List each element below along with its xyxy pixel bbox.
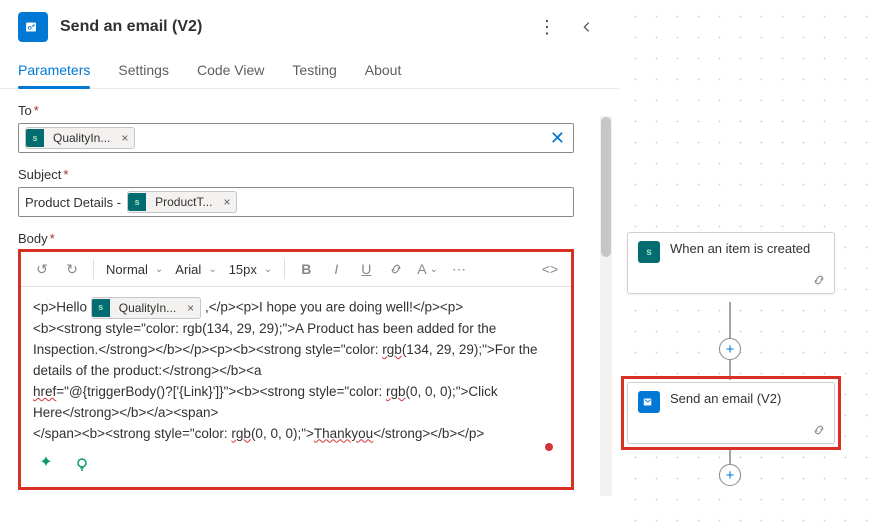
action-card[interactable]: Send an email (V2) — [627, 382, 835, 444]
tab-parameters[interactable]: Parameters — [18, 54, 90, 88]
svg-text:o: o — [28, 24, 32, 31]
body-editor-highlight: ↺ ↻ Normal⌄ Arial⌄ 15px⌄ B I U A⌄ ⋯ <> <… — [18, 249, 574, 490]
flow-canvas: s When an item is created + Send an emai… — [619, 0, 873, 525]
link-button[interactable] — [383, 256, 409, 282]
codeview-toggle[interactable]: <> — [537, 256, 563, 282]
bold-button[interactable]: B — [293, 256, 319, 282]
token-remove[interactable]: × — [221, 195, 232, 209]
subject-text: Product Details - — [25, 195, 121, 210]
font-select[interactable]: Arial⌄ — [171, 256, 220, 282]
more-format-button[interactable]: ⋯ — [446, 256, 472, 282]
underline-button[interactable]: U — [353, 256, 379, 282]
action-card-highlight: Send an email (V2) — [621, 376, 841, 450]
clear-field[interactable]: ✕ — [550, 128, 565, 149]
link-icon — [812, 423, 826, 437]
sharepoint-icon: s — [128, 193, 146, 211]
subject-label: Subject* — [18, 167, 601, 182]
to-token[interactable]: s QualityIn... × — [25, 127, 135, 149]
sharepoint-icon: s — [638, 241, 660, 263]
redo-button[interactable]: ↻ — [59, 256, 85, 282]
tab-testing[interactable]: Testing — [292, 54, 336, 88]
panel-content: To* s QualityIn... × ✕ Subject* Product … — [0, 89, 619, 525]
trigger-card-title: When an item is created — [670, 241, 810, 258]
body-token[interactable]: s QualityIn... × — [91, 297, 201, 319]
body-textarea[interactable]: <p>Hello s QualityIn... × ,</p><p>I hope… — [21, 287, 571, 487]
subject-token[interactable]: s ProductT... × — [127, 191, 237, 213]
action-panel: o Send an email (V2) ⋮ Parameters Settin… — [0, 0, 619, 525]
italic-button[interactable]: I — [323, 256, 349, 282]
to-field[interactable]: s QualityIn... × ✕ — [18, 123, 574, 153]
add-step-button[interactable]: + — [719, 464, 741, 486]
scrollbar[interactable] — [600, 116, 612, 496]
undo-button[interactable]: ↺ — [29, 256, 55, 282]
subject-field[interactable]: Product Details - s ProductT... × — [18, 187, 574, 217]
token-remove[interactable]: × — [119, 131, 130, 145]
trigger-card[interactable]: s When an item is created — [627, 232, 835, 294]
more-button[interactable]: ⋮ — [533, 13, 561, 41]
add-step-button[interactable]: + — [719, 338, 741, 360]
collapse-button[interactable] — [573, 13, 601, 41]
outlook-icon — [638, 391, 660, 413]
sharepoint-icon: s — [92, 299, 110, 317]
scrollbar-thumb[interactable] — [601, 117, 611, 257]
connector — [729, 302, 731, 342]
token-remove[interactable]: × — [185, 299, 196, 318]
subject-token-label: ProductT... — [151, 195, 216, 209]
tab-settings[interactable]: Settings — [118, 54, 169, 88]
idea-button[interactable] — [69, 451, 95, 477]
size-select[interactable]: 15px⌄ — [225, 256, 277, 282]
tab-codeview[interactable]: Code View — [197, 54, 264, 88]
to-label: To* — [18, 103, 601, 118]
action-card-title: Send an email (V2) — [670, 391, 781, 408]
style-select[interactable]: Normal⌄ — [102, 256, 167, 282]
link-icon — [812, 273, 826, 287]
ai-suggest-button[interactable]: ✦ — [33, 451, 59, 477]
to-token-label: QualityIn... — [49, 131, 114, 145]
suggestion-row: ✦ — [33, 445, 559, 481]
tab-about[interactable]: About — [365, 54, 402, 88]
sharepoint-icon: s — [26, 129, 44, 147]
body-toolbar: ↺ ↻ Normal⌄ Arial⌄ 15px⌄ B I U A⌄ ⋯ <> — [21, 252, 571, 287]
error-indicator — [545, 443, 553, 451]
body-label: Body* — [18, 231, 601, 246]
outlook-icon: o — [18, 12, 48, 42]
fontcolor-button[interactable]: A⌄ — [413, 256, 442, 282]
tabs: Parameters Settings Code View Testing Ab… — [0, 54, 619, 89]
panel-title: Send an email (V2) — [60, 18, 521, 36]
panel-header: o Send an email (V2) ⋮ — [0, 0, 619, 54]
